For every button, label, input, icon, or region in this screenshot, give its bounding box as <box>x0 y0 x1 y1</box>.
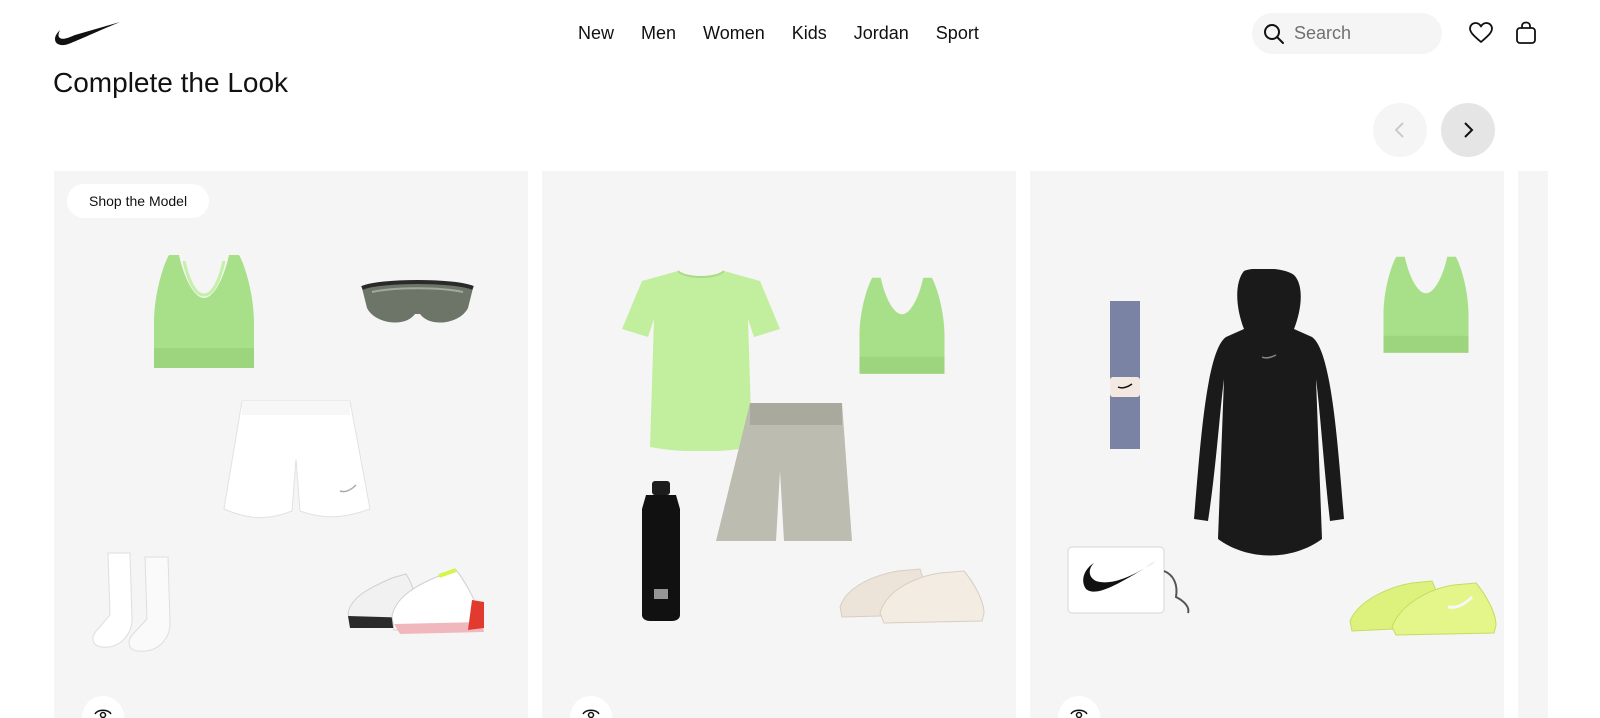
nav-item-kids[interactable]: Kids <box>792 20 827 46</box>
white-shorts-image[interactable] <box>222 399 372 524</box>
black-hooded-dress-image[interactable] <box>1192 269 1346 559</box>
heart-icon[interactable] <box>1468 20 1494 46</box>
look-card-3[interactable] <box>1030 171 1504 718</box>
nav-item-women[interactable]: Women <box>703 20 765 46</box>
chevron-left-icon <box>1394 122 1404 138</box>
search-icon <box>1264 23 1284 44</box>
training-shoes-image[interactable] <box>344 566 489 636</box>
watch-band-image[interactable] <box>1108 299 1142 451</box>
search-box[interactable] <box>1252 13 1442 54</box>
white-socks-image[interactable] <box>90 549 200 659</box>
chevron-right-icon <box>1464 122 1474 138</box>
card-1-hotspot-button[interactable] <box>82 696 124 718</box>
bag-icon[interactable] <box>1513 20 1539 46</box>
volt-running-shoes-image[interactable] <box>1348 573 1498 637</box>
section-title: Complete the Look <box>53 67 289 98</box>
sports-bra-image[interactable] <box>1374 255 1478 357</box>
swoosh-pouch-image[interactable] <box>1066 541 1196 621</box>
search-input[interactable] <box>1294 23 1434 44</box>
eye-icon <box>94 709 112 718</box>
look-card-4-peek[interactable] <box>1518 171 1548 718</box>
carousel-prev-button[interactable] <box>1373 103 1427 157</box>
look-card-1[interactable]: Shop the Model <box>54 171 528 718</box>
water-bottle-image[interactable] <box>640 479 682 621</box>
nike-swoosh-logo[interactable] <box>53 20 121 48</box>
grey-shorts-image[interactable] <box>714 401 854 543</box>
sports-bra-image[interactable] <box>144 253 264 373</box>
sports-bra-image[interactable] <box>850 276 954 378</box>
look-card-2[interactable] <box>542 171 1016 718</box>
carousel-next-button[interactable] <box>1441 103 1495 157</box>
nav-item-jordan[interactable]: Jordan <box>854 20 909 46</box>
main-nav: New Men Women Kids Jordan Sport <box>578 20 1006 46</box>
card-2-hotspot-button[interactable] <box>570 696 612 718</box>
card-3-hotspot-button[interactable] <box>1058 696 1100 718</box>
eye-icon <box>1070 709 1088 718</box>
shop-the-model-badge[interactable]: Shop the Model <box>67 184 210 218</box>
eye-icon <box>582 709 600 718</box>
sunglasses-image[interactable] <box>360 276 475 331</box>
nav-item-new[interactable]: New <box>578 20 614 46</box>
nav-item-sport[interactable]: Sport <box>936 20 979 46</box>
nav-item-men[interactable]: Men <box>641 20 676 46</box>
site-header: New Men Women Kids Jordan Sport <box>0 0 1600 66</box>
cream-shoes-image[interactable] <box>836 561 986 625</box>
